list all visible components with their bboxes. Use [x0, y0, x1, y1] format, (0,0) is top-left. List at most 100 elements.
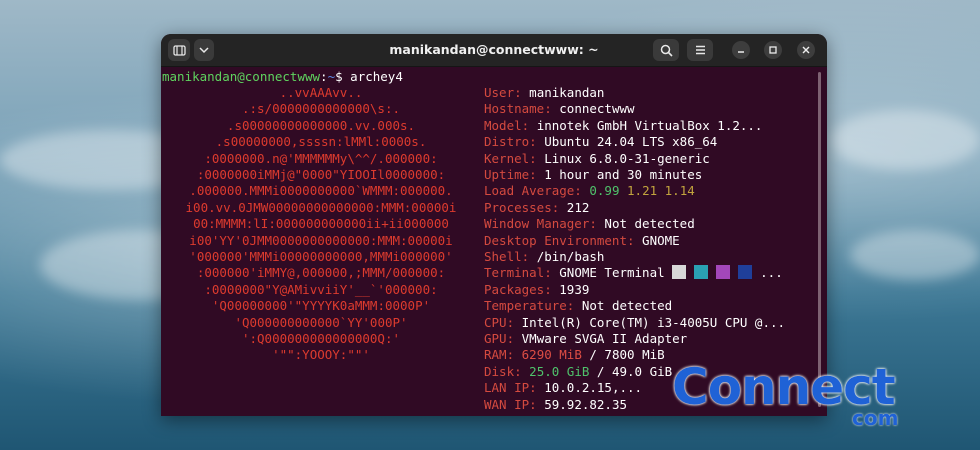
command-prompt: manikandan@connectwww:~$ archey4	[162, 69, 403, 85]
logo-line: '000000'MMMi00000000000,MMMi000000'	[189, 249, 453, 264]
color-swatch	[716, 265, 731, 280]
info-row: GPU: VMware SVGA II Adapter	[484, 331, 687, 347]
logo-line: .s00000000,ssssn:lMMl:0000s.	[215, 134, 427, 150]
close-icon	[802, 46, 810, 54]
info-label: Window Manager:	[484, 216, 597, 232]
logo-line: :0000000"Y@AMivviiY'__`'000000:	[204, 281, 438, 297]
info-value: innotek GmbH VirtualBox 1.2...	[536, 117, 763, 133]
logo-line: '"":YOOOY:""'	[272, 347, 370, 363]
info-row: Load Average: 0.99 1.21 1.14	[484, 183, 695, 199]
info-row: CPU: Intel(R) Core(TM) i3-4005U CPU @...	[484, 315, 785, 331]
info-value: Not detected	[604, 216, 695, 232]
menu-button[interactable]	[687, 39, 713, 61]
info-value: GNOME	[642, 232, 680, 248]
watermark-logo: Connect com	[672, 362, 972, 442]
info-row: Model: innotek GmbH VirtualBox 1.2...	[484, 118, 762, 134]
info-value: GNOME Terminal	[559, 265, 665, 281]
prompt-command: archey4	[350, 69, 403, 84]
info-row: Terminal: GNOME Terminal ...	[484, 265, 783, 281]
info-label: Distro:	[484, 134, 537, 150]
logo-line: .:s/0000000000000\s:.	[241, 101, 401, 117]
info-value: 1 hour and 30 minutes	[544, 167, 703, 182]
prompt-dollar: $	[335, 69, 351, 84]
maximize-icon	[769, 46, 777, 54]
info-value: VMware SVGA II Adapter	[521, 331, 688, 346]
title-bar[interactable]: manikandan@connectwww: ~	[161, 34, 827, 67]
logo-line: .000000.MMMi0000000000`WMMM:000000.	[189, 183, 453, 199]
logo-line: 00:MMMM:lI:000000000000ii+ii000000	[193, 216, 449, 232]
color-swatch	[738, 265, 753, 280]
info-label: User:	[484, 85, 522, 100]
logo-line: i00'YY'0JMM0000000000000:MMM:00000i	[189, 232, 453, 248]
logo-line: i00.vv.0JMW00000000000000:MMM:00000i	[185, 199, 457, 215]
usage-total-value: / 49.0 GiB	[589, 363, 673, 379]
info-label: Packages:	[484, 281, 552, 297]
minimize-button[interactable]	[732, 41, 750, 59]
info-value-suffix: ...	[760, 265, 783, 281]
load-average-value: 1.14	[664, 183, 695, 199]
info-row: Packages: 1939	[484, 282, 589, 298]
color-swatch	[694, 265, 709, 280]
info-row: Temperature: Not detected	[484, 298, 672, 314]
info-label: Shell:	[484, 249, 530, 264]
logo-line: ':Q000000000000000Q:'	[241, 331, 401, 346]
logo-line: .s00000000000000.vv.000s.	[226, 117, 416, 133]
load-average-value: 0.99	[589, 183, 620, 199]
info-row: Hostname: connectwww	[484, 101, 635, 117]
info-value: 59.92.82.35	[544, 396, 628, 412]
load-average-value: 1.21	[627, 183, 658, 199]
background-cloud	[850, 230, 980, 280]
logo-line: 'Q000000000000`YY'000P'	[234, 314, 408, 330]
info-value: /bin/bash	[536, 249, 605, 264]
info-label: GPU:	[484, 331, 515, 346]
info-value: Linux 6.8.0-31-generic	[544, 150, 710, 166]
info-label: Processes:	[484, 199, 560, 215]
usage-used-value: 6290 MiB	[521, 347, 582, 363]
logo-line: ..vvAAAvv..	[279, 85, 363, 100]
info-label: Kernel:	[484, 150, 537, 166]
search-button[interactable]	[653, 39, 679, 61]
info-row: Distro: Ubuntu 24.04 LTS x86_64	[484, 134, 717, 150]
info-label: LAN IP:	[484, 380, 537, 396]
info-value: Ubuntu 24.04 LTS x86_64	[544, 134, 718, 150]
prompt-path: ~	[327, 69, 336, 84]
info-row: Window Manager: Not detected	[484, 216, 695, 232]
prompt-separator: :	[320, 69, 328, 84]
info-label: Terminal:	[484, 265, 552, 281]
info-value: manikandan	[529, 85, 605, 100]
info-value: Intel(R) Core(TM) i3-4005U CPU @...	[521, 314, 786, 330]
color-swatch	[672, 265, 687, 280]
watermark-sub: com	[852, 406, 899, 430]
info-value: connectwww	[559, 101, 635, 117]
info-label: Temperature:	[484, 298, 575, 314]
maximize-button[interactable]	[764, 41, 782, 59]
info-row: Shell: /bin/bash	[484, 249, 604, 265]
info-row: WAN IP: 59.92.82.35	[484, 397, 627, 413]
info-row: User: manikandan	[484, 85, 604, 101]
info-label: WAN IP:	[484, 396, 537, 412]
minimize-icon	[738, 51, 744, 53]
window-title: manikandan@connectwww: ~	[389, 42, 599, 57]
logo-line: :0000000.n@'MMMMMMy\^^/.000000:	[204, 150, 438, 166]
info-row: Desktop Environment: GNOME	[484, 233, 680, 249]
usage-total-value: / 7800 MiB	[581, 347, 665, 363]
info-row: Processes: 212	[484, 200, 589, 216]
info-label: Hostname:	[484, 101, 552, 117]
info-label: Uptime:	[484, 167, 537, 182]
info-label: Load Average:	[484, 183, 582, 199]
info-label: Model:	[484, 117, 530, 133]
close-button[interactable]	[797, 41, 815, 59]
info-row: LAN IP: 10.0.2.15,...	[484, 380, 642, 396]
info-label: RAM:	[484, 347, 515, 363]
logo-line: 'Q00000000'"YYYYK0aMMM:0000P'	[211, 298, 431, 314]
watermark-text: Connect	[672, 358, 896, 416]
prompt-user-host: manikandan@connectwww	[162, 69, 321, 84]
search-icon	[660, 44, 673, 57]
info-value: 1939	[559, 281, 590, 297]
info-row: Uptime: 1 hour and 30 minutes	[484, 167, 702, 183]
scrollbar[interactable]	[818, 72, 821, 407]
info-value: Not detected	[581, 298, 673, 314]
info-label: Desktop Environment:	[484, 232, 635, 248]
info-row: Kernel: Linux 6.8.0-31-generic	[484, 151, 710, 167]
info-row: Disk: 25.0 GiB / 49.0 GiB	[484, 364, 672, 380]
